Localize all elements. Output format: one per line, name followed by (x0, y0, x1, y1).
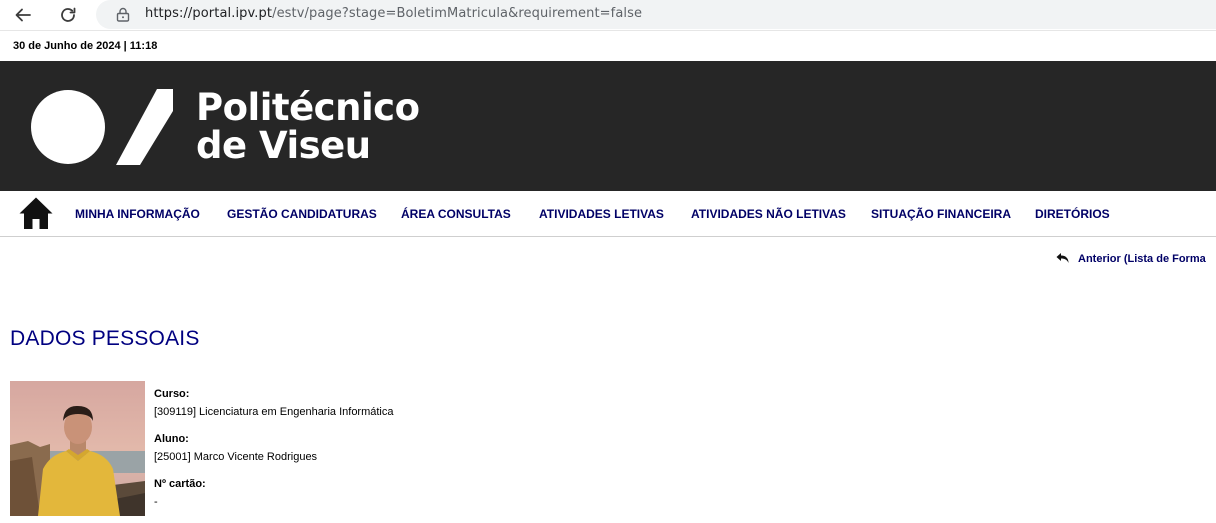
menu-item-atividades-nao-letivas[interactable]: ATIVIDADES NÃO LETIVAS (691, 207, 846, 221)
logo-line-2: de Viseu (196, 124, 371, 167)
back-link[interactable]: Anterior (Lista de Forma (1056, 252, 1206, 266)
logo-line-1: Politécnico (196, 86, 420, 129)
student-value: [25001] Marco Vicente Rodrigues (154, 451, 318, 463)
header-banner: Politécnico de Viseu (0, 61, 1216, 191)
logo-slash-icon (116, 89, 173, 165)
url-text[interactable]: https://portal.ipv.pt/estv/page?stage=Bo… (145, 6, 642, 21)
student-photo (10, 381, 145, 516)
logo-wordmark[interactable]: Politécnico de Viseu (196, 89, 420, 165)
reload-icon[interactable] (56, 3, 80, 27)
menu-item-gestao-candidaturas[interactable]: GESTÃO CANDIDATURAS (227, 207, 377, 221)
menu-item-atividades-letivas[interactable]: ATIVIDADES LETIVAS (539, 207, 664, 221)
address-bar[interactable]: https://portal.ipv.pt/estv/page?stage=Bo… (96, 0, 1216, 29)
menu-item-situacao-financeira[interactable]: SITUAÇÃO FINANCEIRA (871, 207, 1011, 221)
page-title: DADOS PESSOAIS (10, 327, 200, 350)
course-label: Curso: (154, 388, 190, 400)
home-icon[interactable] (18, 196, 54, 230)
course-value: [309119] Licenciatura em Engenharia Info… (154, 406, 394, 418)
logo-circle-icon (31, 90, 105, 164)
student-label: Aluno: (154, 433, 189, 445)
back-arrow-icon[interactable] (11, 3, 35, 27)
menu-item-diretorios[interactable]: DIRETÓRIOS (1035, 207, 1110, 221)
back-link-label: Anterior (Lista de Forma (1078, 253, 1206, 265)
date-time: 30 de Junho de 2024 | 11:18 (13, 40, 158, 52)
card-label: Nº cartão: (154, 478, 206, 490)
url-path: /estv/page?stage=BoletimMatricula&requir… (272, 6, 643, 21)
menu-item-minha-informacao[interactable]: MINHA INFORMAÇÃO (75, 207, 200, 221)
lock-icon[interactable] (116, 7, 130, 22)
menu-item-area-consultas[interactable]: ÁREA CONSULTAS (401, 207, 511, 221)
browser-toolbar: https://portal.ipv.pt/estv/page?stage=Bo… (0, 0, 1216, 31)
card-value: - (154, 496, 158, 508)
url-host: https://portal.ipv.pt (145, 6, 273, 21)
undo-arrow-icon (1056, 253, 1069, 263)
main-menu: MINHA INFORMAÇÃO GESTÃO CANDIDATURAS ÁRE… (0, 191, 1216, 237)
